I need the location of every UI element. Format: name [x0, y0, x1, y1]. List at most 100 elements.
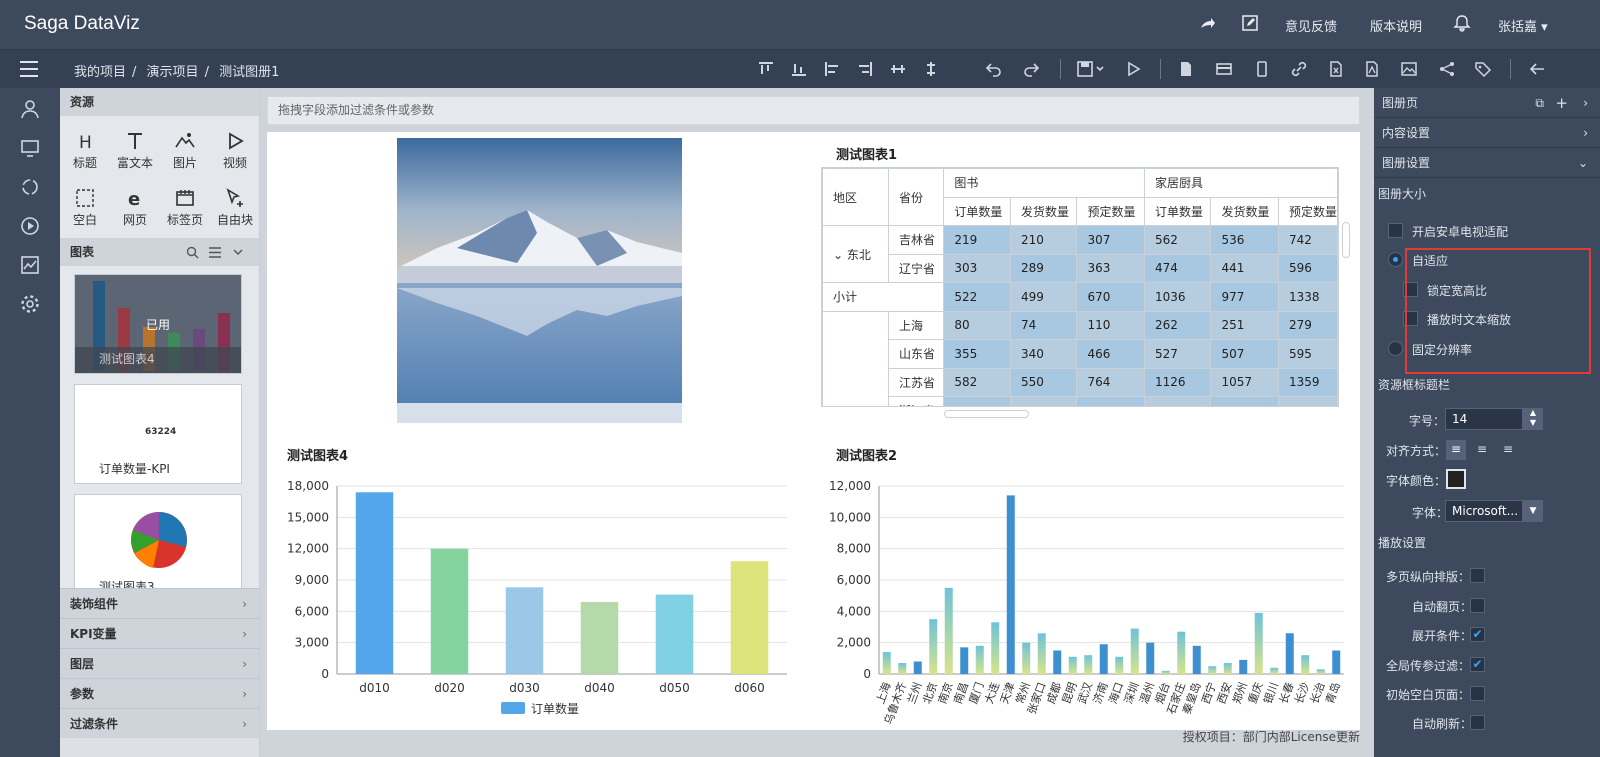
list-view-icon[interactable] — [208, 246, 222, 259]
bar[interactable] — [929, 619, 938, 674]
add-page-icon[interactable]: + — [1555, 88, 1568, 118]
component-tabs[interactable]: 标签页 — [160, 181, 210, 235]
font-family-select[interactable]: Microsoft... — [1445, 500, 1523, 522]
bar[interactable] — [991, 622, 1000, 674]
monitor-icon[interactable] — [19, 137, 41, 159]
save-icon[interactable] — [1076, 60, 1106, 78]
bar[interactable] — [944, 587, 953, 674]
bar[interactable] — [1084, 655, 1093, 674]
user-menu[interactable]: 张括嘉 ▾ — [1498, 16, 1548, 35]
pivot-table[interactable]: 地区 省份 图书 家居厨具 订单数量 发货数量 预定数量 订单数量 发货数量 预定数量 ⌄ 东北… — [821, 167, 1339, 407]
settings-icon[interactable] — [19, 293, 41, 315]
card-icon[interactable] — [1215, 60, 1233, 78]
chart-thumb-4[interactable]: 已用 测试图表4 — [74, 274, 242, 374]
distribute-horizontal-icon[interactable] — [889, 60, 907, 78]
mobile-icon[interactable] — [1253, 60, 1271, 78]
align-right-icon[interactable] — [856, 60, 874, 78]
breadcrumb-projects[interactable]: 我的项目 — [74, 65, 126, 80]
back-arrow-icon[interactable] — [1528, 60, 1546, 78]
accordion-layers[interactable]: 图层 › — [60, 648, 259, 678]
align-top-icon[interactable] — [757, 60, 775, 78]
global-filter-checkbox[interactable]: ✔ — [1470, 657, 1485, 672]
bar[interactable] — [1115, 656, 1124, 674]
bar[interactable] — [1239, 659, 1248, 674]
document-icon[interactable] — [1177, 60, 1195, 78]
accordion-filters[interactable]: 过滤条件 › — [60, 708, 259, 738]
filter-drop-zone[interactable]: 拖拽字段添加过滤条件或参数 — [267, 96, 1360, 125]
accordion-kpi[interactable]: KPI变量 › — [60, 618, 259, 648]
bar[interactable] — [960, 647, 969, 674]
chart-thumb-3[interactable]: 测试图表3 — [74, 494, 242, 588]
chart-icon[interactable] — [19, 254, 41, 276]
component-title[interactable]: H 标题 — [60, 124, 110, 178]
play-icon[interactable] — [1124, 60, 1142, 78]
release-notes-link[interactable]: 版本说明 — [1370, 16, 1422, 35]
search-icon[interactable] — [186, 246, 199, 259]
excel-icon[interactable] — [1327, 60, 1345, 78]
play-circle-icon[interactable] — [19, 215, 41, 237]
align-bottom-icon[interactable] — [790, 60, 808, 78]
bar[interactable] — [430, 548, 469, 674]
component-webpage[interactable]: e 网页 — [110, 181, 160, 235]
auto-flip-checkbox[interactable] — [1470, 598, 1485, 613]
region-cell[interactable]: 小计 — [822, 282, 945, 312]
landscape-image[interactable] — [397, 138, 682, 423]
copy-page-icon[interactable]: ⧉ — [1535, 88, 1544, 118]
font-size-input[interactable]: 14 — [1445, 408, 1523, 430]
bar[interactable] — [1270, 667, 1279, 674]
bar[interactable] — [898, 663, 907, 674]
bell-icon[interactable] — [1453, 14, 1471, 32]
bar[interactable] — [1332, 650, 1341, 675]
bar[interactable] — [655, 594, 694, 674]
bar[interactable] — [1208, 666, 1217, 674]
bar[interactable] — [730, 561, 769, 674]
pdf-icon[interactable] — [1363, 60, 1381, 78]
align-center-button[interactable]: ≡ — [1472, 440, 1492, 460]
align-left-button[interactable]: ≡ — [1446, 440, 1466, 460]
bar[interactable] — [1161, 670, 1170, 674]
tv-adapt-checkbox[interactable] — [1388, 223, 1403, 238]
bar[interactable] — [355, 492, 394, 674]
region-cell[interactable]: ⌄ 华东 — [822, 310, 889, 406]
bar[interactable] — [1146, 642, 1155, 674]
bar[interactable] — [1192, 645, 1201, 674]
bar[interactable] — [505, 587, 544, 674]
edit-icon[interactable] — [1241, 14, 1259, 32]
collapse-chevron-icon[interactable]: ⌄ — [833, 248, 847, 262]
bar[interactable] — [1285, 633, 1294, 674]
auto-refresh-checkbox[interactable] — [1470, 715, 1485, 730]
menu-icon[interactable] — [18, 58, 40, 80]
tag-icon[interactable] — [1474, 60, 1492, 78]
breadcrumb-demo[interactable]: 演示项目 — [147, 65, 199, 80]
horizontal-scrollbar[interactable] — [944, 410, 1029, 418]
chart-thumb-kpi[interactable]: 63224 订单数量-KPI — [74, 384, 242, 484]
undo-icon[interactable] — [985, 60, 1003, 78]
component-richtext[interactable]: 富文本 — [110, 124, 160, 178]
fixed-resolution-radio[interactable] — [1388, 341, 1403, 356]
chevron-right-icon[interactable]: › — [1583, 88, 1588, 118]
font-color-swatch[interactable] — [1446, 469, 1466, 489]
bar[interactable] — [1223, 663, 1232, 674]
font-family-dropdown-button[interactable]: ▼ — [1523, 500, 1543, 522]
bar[interactable] — [1068, 656, 1077, 674]
bar-chart-2[interactable]: 02,0004,0006,0008,00010,00012,000上海乌鲁木齐兰… — [822, 468, 1352, 730]
bar[interactable] — [882, 652, 891, 674]
image-export-icon[interactable] — [1400, 60, 1418, 78]
share-nodes-icon[interactable] — [1438, 60, 1456, 78]
link-icon[interactable] — [1290, 60, 1308, 78]
bar[interactable] — [1177, 631, 1186, 674]
content-settings-header[interactable]: 内容设置 › — [1374, 118, 1600, 148]
bar[interactable] — [580, 601, 619, 674]
refresh-icon[interactable] — [19, 176, 41, 198]
region-cell[interactable]: ⌄ 东北 — [822, 225, 889, 283]
bar[interactable] — [1022, 642, 1031, 674]
initial-blank-checkbox[interactable] — [1470, 686, 1485, 701]
component-video[interactable]: 视频 — [210, 124, 260, 178]
bar[interactable] — [1301, 655, 1310, 674]
component-image[interactable]: 图片 — [160, 124, 210, 178]
font-size-stepper[interactable]: ▲ ▼ — [1523, 408, 1543, 430]
share-icon[interactable] — [1198, 14, 1216, 32]
distribute-vertical-icon[interactable] — [922, 60, 940, 78]
feedback-link[interactable]: 意见反馈 — [1285, 16, 1337, 35]
user-icon[interactable] — [19, 98, 41, 120]
